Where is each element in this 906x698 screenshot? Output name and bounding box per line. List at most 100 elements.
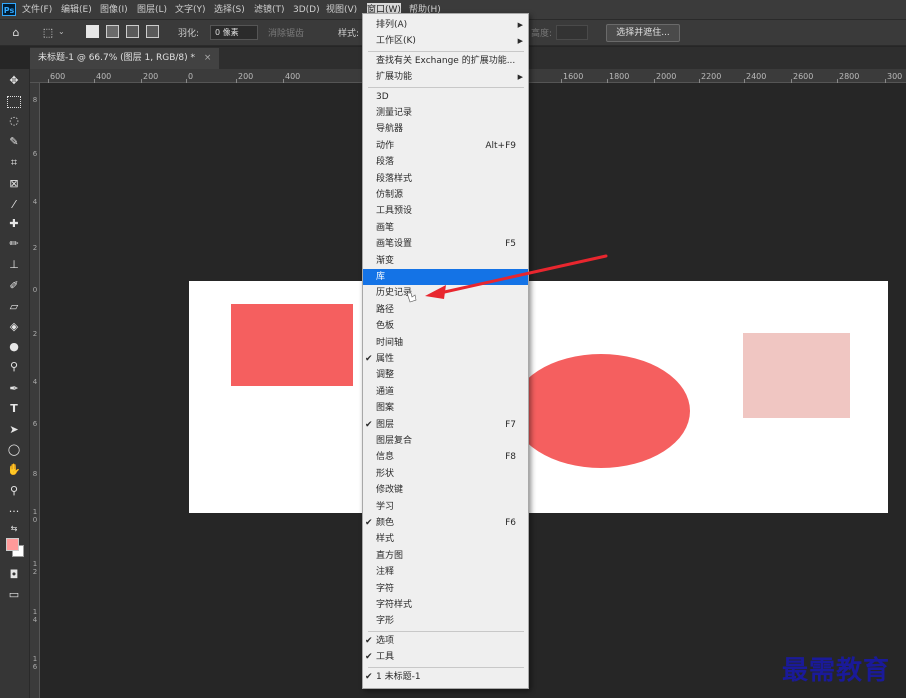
window-menu-item[interactable]: 导航器 [363,121,528,137]
window-menu-item[interactable]: 渐变 [363,253,528,269]
window-menu-item[interactable]: 调整 [363,367,528,383]
menu-item-shortcut: F6 [505,518,516,528]
menu-item-shortcut: F8 [505,452,516,462]
quick-mask-icon[interactable]: ◘ [4,566,24,583]
path-selection-tool-icon[interactable]: ➤ [4,421,24,438]
ellipse-tool-icon[interactable]: ◯ [4,441,24,458]
window-menu-item[interactable]: 扩展功能 ▶ [363,69,528,85]
window-menu-item[interactable]: 字形 [363,613,528,629]
window-menu-item[interactable]: 样式 [363,531,528,547]
window-menu-item[interactable]: 工作区(K) ▶ [363,33,528,49]
select-and-mask-button[interactable]: 选择并遮住... [606,24,680,42]
window-menu-item[interactable]: 注释 [363,564,528,580]
brush-tool-icon[interactable]: ✏ [4,235,24,252]
document-tab-title: 未标题-1 @ 66.7% (图层 1, RGB/8) * [38,53,195,63]
window-menu-item[interactable]: 段落样式 [363,171,528,187]
window-menu-item[interactable]: 属性 ✔ [363,351,528,367]
menu-item-label: 测量记录 [376,108,413,118]
window-menu-item[interactable]: 工具 ✔ [363,649,528,665]
window-menu-item[interactable]: 排列(A) ▶ [363,17,528,33]
crop-tool-icon[interactable]: ⌗ [4,154,24,171]
eyedropper-tool-icon[interactable]: ⁄ [4,196,24,213]
menu-5[interactable]: 选择(S) [214,3,245,17]
menu-4[interactable]: 文字(Y) [175,3,206,17]
window-menu-item[interactable]: 画笔 [363,220,528,236]
window-menu-item[interactable]: 工具预设 [363,203,528,219]
window-menu-item[interactable]: 段落 [363,154,528,170]
eraser-tool-icon[interactable]: ▱ [4,298,24,315]
window-menu-item[interactable]: 颜色 ✔ F6 [363,515,528,531]
feather-input[interactable]: 0 像素 [210,25,258,40]
window-menu-item[interactable]: 形状 [363,466,528,482]
window-menu-item[interactable]: 库 [363,269,528,285]
ruler-v-label: 1 6 [32,655,38,671]
window-menu-item[interactable]: 1 未标题-1 ✔ [363,669,528,685]
move-tool-icon[interactable]: ✥ [4,72,24,89]
history-brush-tool-icon[interactable]: ✐ [4,277,24,294]
menu-8[interactable]: 视图(V) [326,3,357,17]
type-tool-icon[interactable]: T [4,400,24,417]
window-menu-item[interactable]: 信息 F8 [363,449,528,465]
window-menu-item[interactable]: 字符样式 [363,597,528,613]
menu-item-label: 选项 [376,636,395,646]
intersect-selection-icon[interactable] [146,25,159,38]
window-menu-item[interactable]: 3D [363,89,528,105]
subtract-selection-icon[interactable] [126,25,139,38]
rectangular-marquee-tool-icon[interactable] [7,96,21,108]
menu-0[interactable]: 文件(F) [22,3,52,17]
window-menu-item[interactable]: 查找有关 Exchange 的扩展功能... [363,53,528,69]
chevron-down-icon[interactable]: ⌄ [58,27,65,36]
checkmark-icon: ✔ [365,652,373,662]
add-selection-icon[interactable] [106,25,119,38]
window-menu-item[interactable]: 色板 [363,318,528,334]
window-menu-item[interactable]: 测量记录 [363,105,528,121]
window-menu-item[interactable]: 字符 [363,581,528,597]
window-menu-item[interactable]: 图案 [363,400,528,416]
screen-mode-icon[interactable]: ▭ [4,586,24,603]
frame-tool-icon[interactable]: ⊠ [4,175,24,192]
pen-tool-icon[interactable]: ✒ [4,380,24,397]
menu-2[interactable]: 图像(I) [100,3,128,17]
antialias-checkbox[interactable]: 消除锯齿 [268,26,304,39]
marquee-preset-icon[interactable]: ⬚ [40,25,56,41]
window-menu-item[interactable]: 直方图 [363,548,528,564]
window-menu-item[interactable]: 仿制源 [363,187,528,203]
window-menu-item[interactable]: 动作 Alt+F9 [363,138,528,154]
photoshop-logo-icon[interactable]: Ps [2,3,16,16]
red-ellipse-shape[interactable] [512,354,690,468]
home-icon[interactable]: ⌂ [8,25,24,41]
blur-tool-icon[interactable]: ● [4,338,24,355]
close-icon[interactable]: × [204,53,212,63]
window-menu-item[interactable]: 修改键 [363,482,528,498]
window-menu-item[interactable]: 路径 [363,302,528,318]
quick-selection-tool-icon[interactable]: ✎ [4,133,24,150]
window-menu-item[interactable]: 画笔设置 F5 [363,236,528,252]
pink-rectangle-shape[interactable] [743,333,850,418]
window-menu-item[interactable]: 通道 [363,384,528,400]
window-menu-item[interactable]: 学习 [363,499,528,515]
hand-tool-icon[interactable]: ✋ [4,461,24,478]
dodge-tool-icon[interactable]: ⚲ [4,358,24,375]
swap-colors-icon[interactable]: ⇆ [4,520,24,537]
new-selection-icon[interactable] [86,25,99,38]
more-tools-icon[interactable]: ··· [4,503,24,520]
healing-brush-tool-icon[interactable]: ✚ [4,215,24,232]
menu-7[interactable]: 3D(D) [293,3,320,17]
paint-bucket-tool-icon[interactable]: ◈ [4,318,24,335]
clone-stamp-tool-icon[interactable]: ⊥ [4,256,24,273]
window-menu-item[interactable]: 图层复合 [363,433,528,449]
menu-1[interactable]: 编辑(E) [61,3,92,17]
menu-6[interactable]: 滤镜(T) [254,3,285,17]
window-menu-item[interactable]: 时间轴 [363,335,528,351]
window-menu-item[interactable]: 选项 ✔ [363,633,528,649]
height-input[interactable] [556,25,588,40]
menu-3[interactable]: 图层(L) [137,3,167,17]
document-tab[interactable]: 未标题-1 @ 66.7% (图层 1, RGB/8) * × [30,48,220,69]
lasso-tool-icon[interactable]: ◌ [4,112,24,129]
window-menu-item[interactable]: 图层 ✔ F7 [363,417,528,433]
foreground-color-swatch[interactable] [6,538,19,551]
window-menu-item[interactable]: 历史记录 [363,285,528,301]
ruler-h-label: 0 [188,72,194,81]
zoom-tool-icon[interactable]: ⚲ [4,482,24,499]
red-rectangle-shape[interactable] [231,304,353,386]
